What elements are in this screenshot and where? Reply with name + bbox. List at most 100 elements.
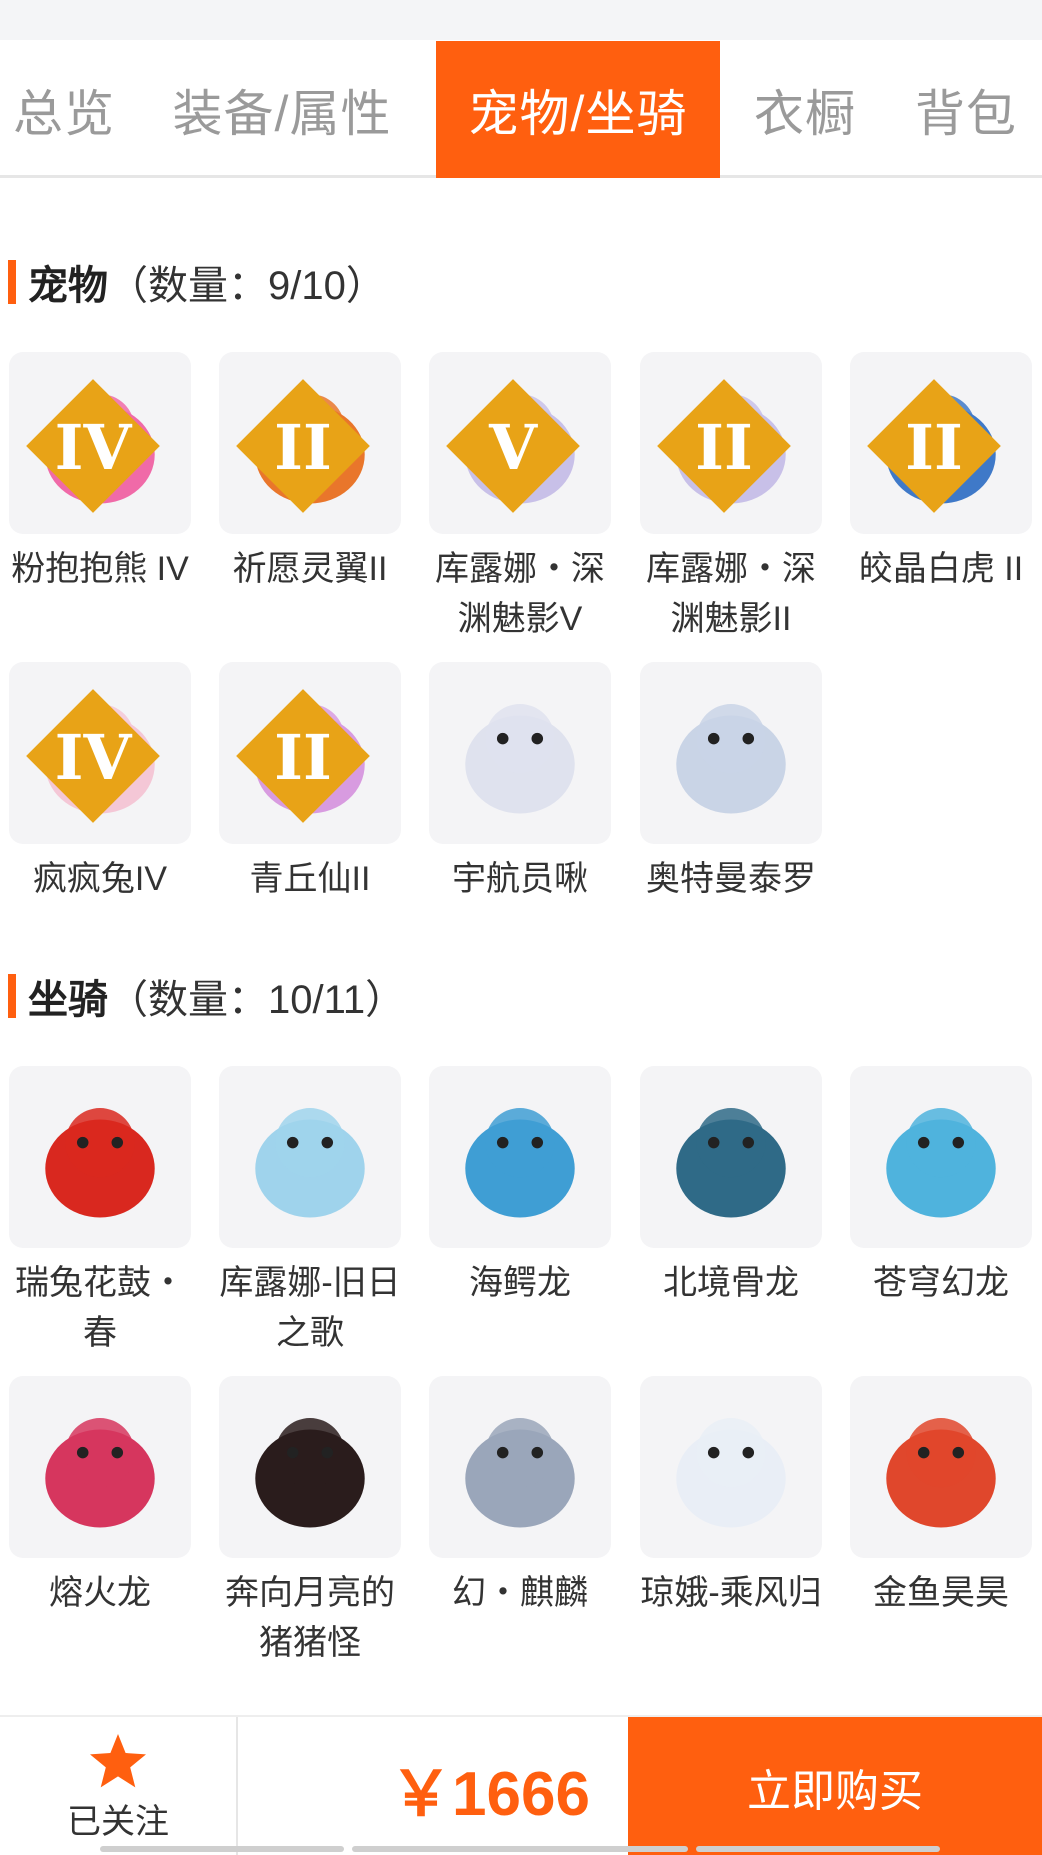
item-name: 粉抱抱熊 IV [11, 550, 189, 588]
item-thumbnail [640, 1376, 822, 1558]
item-name: 库露娜-旧日之歌 [219, 1264, 401, 1352]
mount-item[interactable]: 幻・麒麟 [420, 1376, 620, 1618]
item-thumbnail: IV [9, 352, 191, 534]
scroll-indicator [100, 1846, 344, 1852]
sea-dragon-icon [465, 1108, 575, 1218]
divider [236, 1717, 238, 1855]
item-thumbnail: V [429, 352, 611, 534]
mounts-count: （数量：10/11） [108, 978, 406, 1022]
item-name: 青丘仙II [249, 860, 371, 898]
pet-item[interactable]: IV 粉抱抱熊 IV [0, 352, 200, 594]
buy-now-button[interactable]: 立即购买 [628, 1717, 1042, 1855]
qilin-icon [465, 1418, 575, 1528]
ultraman-icon [676, 704, 786, 814]
fire-dragon-icon [45, 1418, 155, 1528]
astronaut-icon [465, 704, 575, 814]
item-name: 疯疯兔IV [32, 860, 168, 898]
item-name: 北境骨龙 [663, 1264, 799, 1302]
item-name: 奔向月亮的猪猪怪 [225, 1574, 395, 1662]
item-thumbnail [429, 1066, 611, 1248]
item-thumbnail [640, 662, 822, 844]
pet-item[interactable]: 宇航员啾 [420, 662, 620, 904]
mount-item[interactable]: 瑞兔花鼓・春 [0, 1066, 200, 1358]
item-thumbnail [9, 1376, 191, 1558]
tab-wardrobe[interactable]: 衣橱 [720, 41, 890, 178]
mount-item[interactable]: 海鳄龙 [420, 1066, 620, 1308]
svg-text:IV: IV [55, 411, 133, 484]
follow-label: 已关注 [67, 1802, 169, 1841]
pet-item[interactable]: IV 疯疯兔IV [0, 662, 200, 904]
item-thumbnail [640, 1066, 822, 1248]
item-name: 苍穹幻龙 [873, 1264, 1009, 1302]
pet-item[interactable]: II 青丘仙II [210, 662, 410, 904]
item-name: 库露娜・深渊魅影V [435, 550, 605, 638]
item-thumbnail: II [219, 662, 401, 844]
pet-item[interactable]: II 库露娜・深渊魅影II [631, 352, 831, 644]
goldfish-icon [886, 1418, 996, 1528]
tab-overview[interactable]: 总览 [0, 41, 128, 178]
mount-item[interactable]: 熔火龙 [0, 1376, 200, 1618]
pet-item[interactable]: V 库露娜・深渊魅影V [420, 352, 620, 644]
pet-item[interactable]: II 皎晶白虎 II [841, 352, 1041, 594]
item-thumbnail [9, 1066, 191, 1248]
bottom-action-bar: 已关注 ￥1666 立即购买 [0, 1715, 1042, 1855]
item-name: 祈愿灵翼II [232, 550, 388, 588]
item-thumbnail: II [219, 352, 401, 534]
rank-badge-icon: IV [26, 689, 160, 823]
item-name: 皎晶白虎 II [858, 550, 1024, 588]
pets-count: （数量：9/10） [108, 264, 386, 308]
item-name: 库露娜・深渊魅影II [646, 550, 816, 638]
top-strip [0, 0, 1042, 40]
item-thumbnail [850, 1066, 1032, 1248]
pets-title: 宠物 [28, 264, 108, 308]
svg-text:II: II [274, 411, 332, 484]
item-thumbnail [219, 1376, 401, 1558]
mount-item[interactable]: 琼娥-乘风归 [631, 1376, 831, 1618]
tab-equipment[interactable]: 装备/属性 [128, 41, 436, 178]
section-accent-bar [8, 260, 16, 304]
pets-section-header: 宠物 （数量：9/10） [0, 256, 386, 308]
sky-dragon-icon [886, 1108, 996, 1218]
price: ￥1666 [390, 1760, 590, 1829]
item-thumbnail [429, 1376, 611, 1558]
section-accent-bar [8, 974, 16, 1018]
item-name: 金鱼昊昊 [873, 1574, 1009, 1612]
svg-text:II: II [905, 411, 963, 484]
item-name: 宇航员啾 [452, 860, 588, 898]
svg-text:II: II [695, 411, 753, 484]
item-thumbnail: II [850, 352, 1032, 534]
item-thumbnail [429, 662, 611, 844]
mount-item[interactable]: 北境骨龙 [631, 1066, 831, 1308]
rank-badge-icon: IV [26, 379, 160, 513]
item-name: 瑞兔花鼓・春 [15, 1264, 185, 1352]
item-thumbnail: IV [9, 662, 191, 844]
mounts-title: 坐骑 [28, 978, 108, 1022]
item-thumbnail [219, 1066, 401, 1248]
item-thumbnail: II [640, 352, 822, 534]
scroll-indicator [696, 1846, 940, 1852]
scroll-indicator [352, 1846, 688, 1852]
item-name: 熔火龙 [49, 1574, 151, 1612]
drum-icon [45, 1108, 155, 1218]
follow-button[interactable]: 已关注 [0, 1717, 236, 1855]
pet-item[interactable]: II 祈愿灵翼II [210, 352, 410, 594]
tab-backpack[interactable]: 背包 [890, 41, 1042, 178]
svg-text:IV: IV [55, 721, 133, 794]
item-name: 奥特曼泰罗 [646, 860, 816, 898]
rank-badge-icon: II [236, 689, 370, 823]
tab-bar: 总览 装备/属性 宠物/坐骑 衣橱 背包 [0, 41, 1042, 178]
tab-pets-mounts[interactable]: 宠物/坐骑 [436, 41, 720, 178]
svg-text:V: V [488, 411, 538, 484]
rank-badge-icon: II [657, 379, 791, 513]
mounts-section-header: 坐骑 （数量：10/11） [0, 970, 405, 1022]
mount-item[interactable]: 库露娜-旧日之歌 [210, 1066, 410, 1358]
item-name: 琼娥-乘风归 [640, 1574, 822, 1612]
mount-item[interactable]: 金鱼昊昊 [841, 1376, 1041, 1618]
item-thumbnail [850, 1376, 1032, 1558]
item-name: 幻・麒麟 [452, 1574, 588, 1612]
pet-item[interactable]: 奥特曼泰罗 [631, 662, 831, 904]
mount-item[interactable]: 苍穹幻龙 [841, 1066, 1041, 1308]
svg-text:II: II [274, 721, 332, 794]
bone-dragon-icon [676, 1108, 786, 1218]
mount-item[interactable]: 奔向月亮的猪猪怪 [210, 1376, 410, 1668]
